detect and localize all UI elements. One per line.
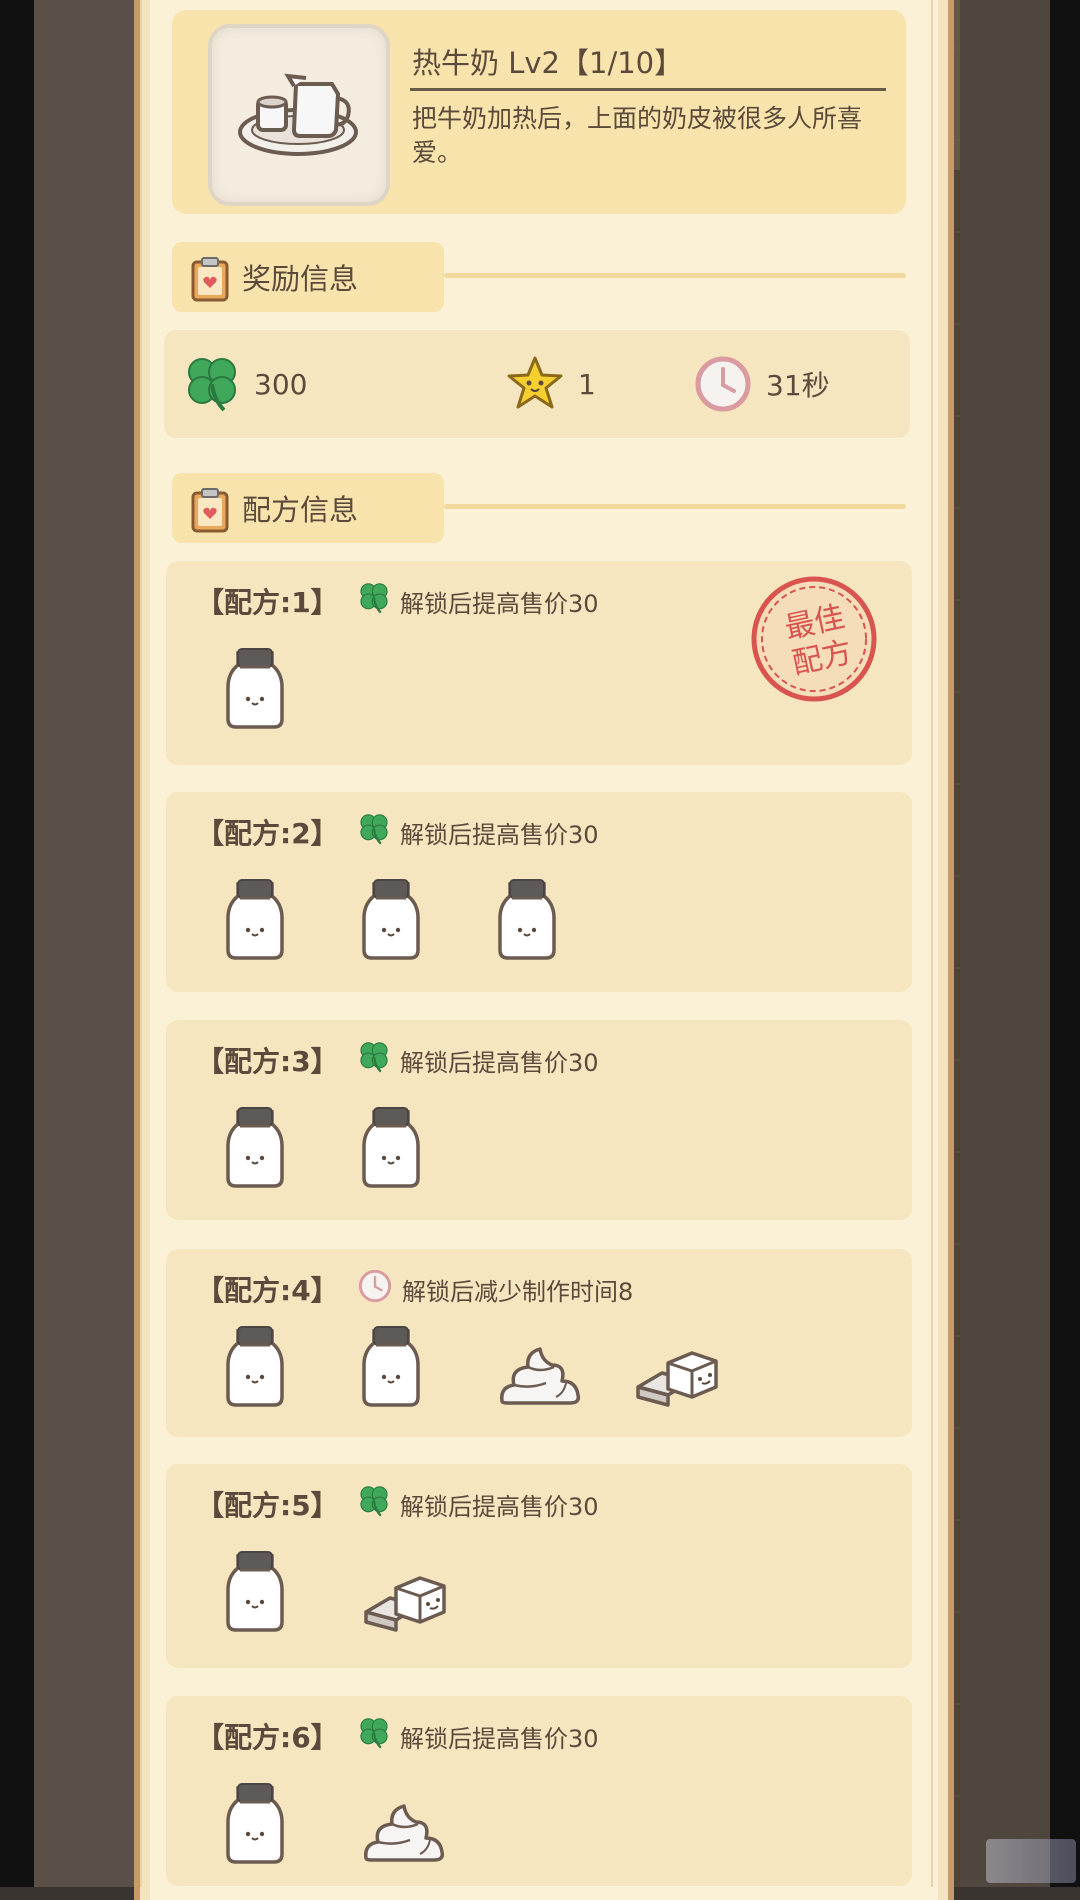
recipe-ingredients <box>224 1317 768 1407</box>
hot-milk-tray-icon <box>238 73 358 156</box>
item-title: 热牛奶 Lv2【1/10】 <box>412 46 684 80</box>
clipboard-icon <box>191 257 229 302</box>
item-description: 把牛奶加热后，上面的奶皮被很多人所喜爱。 <box>412 104 863 167</box>
star-icon <box>507 356 563 409</box>
best-recipe-stamp: 最佳 配方 <box>748 573 880 709</box>
reward-time: 31秒 <box>694 352 830 416</box>
recipe-card: 【配方:4】 解锁后减少制作时间8 <box>166 1249 912 1437</box>
recipe-card: 【配方:5】 解锁后提高售价30 <box>166 1464 912 1668</box>
milk-ingredient-icon <box>224 1780 360 1864</box>
panel-inner-border-left <box>140 0 142 1887</box>
clipboard-icon <box>191 488 229 533</box>
clover-icon <box>358 812 390 852</box>
star-value: 1 <box>578 367 596 401</box>
recipe-bonus: 解锁后提高售价30 <box>358 581 599 621</box>
clover-icon <box>358 1484 390 1524</box>
recipe-name: 【配方:4】 <box>196 1274 339 1307</box>
milk-ingredient-icon <box>224 1323 360 1407</box>
recipe-bonus: 解锁后提高售价30 <box>358 1716 599 1756</box>
milk-ingredient-icon <box>224 1548 360 1632</box>
recipe-card: 【配方:3】 解锁后提高售价30 <box>166 1020 912 1220</box>
milk-ingredient-icon <box>224 1104 360 1188</box>
clover-icon <box>358 1040 390 1080</box>
recipe-bonus: 解锁后提高售价30 <box>358 1040 599 1080</box>
recipe-bonus-text: 解锁后提高售价30 <box>400 820 599 849</box>
reward-info-card: 300 1 31秒 <box>164 330 910 438</box>
recipe-bonus-text: 解锁后提高售价30 <box>400 1492 599 1521</box>
milk-ingredient-icon <box>224 876 360 960</box>
reward-star: 1 <box>506 352 596 416</box>
recipe-bonus-text: 解锁后提高售价30 <box>400 589 599 618</box>
recipe-section-title: 配方信息 <box>242 493 359 527</box>
recipe-name: 【配方:2】 <box>196 817 339 850</box>
recipe-bonus: 解锁后减少制作时间8 <box>358 1269 633 1309</box>
clover-icon <box>358 1716 390 1756</box>
milk-ingredient-icon <box>496 876 632 960</box>
recipe-name: 【配方:5】 <box>196 1489 339 1522</box>
reward-section-title: 奖励信息 <box>242 262 359 296</box>
screen-edge-right <box>1050 0 1080 1887</box>
recipe-bonus-text: 解锁后减少制作时间8 <box>402 1277 634 1306</box>
recipe-card: 【配方:1】 解锁后提高售价30 最佳 配方 <box>166 561 912 765</box>
recipe-ingredients <box>224 1774 496 1864</box>
background-shelf-right <box>960 0 1050 1887</box>
recipe-name: 【配方:1】 <box>196 586 339 619</box>
recipe-section-header: 配方信息 <box>172 473 444 543</box>
recipe-bonus-text: 解锁后提高售价30 <box>400 1724 599 1753</box>
milk-ingredient-icon <box>224 645 360 729</box>
time-value: 31秒 <box>766 369 830 402</box>
milk-ingredient-icon <box>360 876 496 960</box>
clover-value: 300 <box>254 367 308 401</box>
milk-ingredient-icon <box>360 1323 496 1407</box>
title-divider <box>410 88 886 91</box>
recipe-name: 【配方:3】 <box>196 1045 339 1078</box>
recipe-name: 【配方:6】 <box>196 1721 339 1754</box>
reward-section-header: 奖励信息 <box>172 242 444 312</box>
recipe-ingredients <box>224 1542 496 1632</box>
recipe-bonus: 解锁后提高售价30 <box>358 1484 599 1524</box>
recipe-ingredients <box>224 1098 496 1188</box>
clock-icon <box>695 356 751 412</box>
recipe-ingredients <box>224 870 632 960</box>
background-shelf-left <box>34 0 134 1887</box>
reward-clover: 300 <box>184 352 307 416</box>
recipe-card: 【配方:2】 解锁后提高售价30 <box>166 792 912 992</box>
panel-inner-border-right <box>931 0 933 1887</box>
reward-section-rule <box>444 273 906 278</box>
recipe-bonus: 解锁后提高售价30 <box>358 812 599 852</box>
cream-ingredient-icon <box>496 1343 632 1407</box>
item-image-frame <box>208 24 390 206</box>
milk-ingredient-icon <box>360 1104 496 1188</box>
butter-ingredient-icon <box>632 1347 768 1407</box>
watermark-thumbnail <box>986 1839 1076 1883</box>
recipe-section-rule <box>444 504 906 509</box>
clover-icon <box>358 581 390 621</box>
butter-ingredient-icon <box>360 1572 496 1632</box>
clock-icon <box>358 1269 392 1309</box>
recipe-card: 【配方:6】 解锁后提高售价30 <box>166 1696 912 1886</box>
screen-edge-left <box>0 0 34 1887</box>
recipe-ingredients <box>224 639 360 729</box>
clover-icon <box>188 358 236 412</box>
recipe-bonus-text: 解锁后提高售价30 <box>400 1048 599 1077</box>
cream-ingredient-icon <box>360 1800 496 1864</box>
